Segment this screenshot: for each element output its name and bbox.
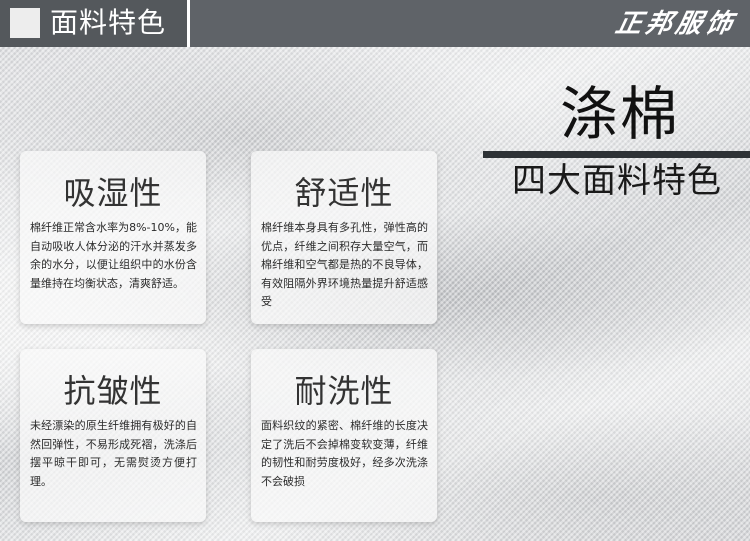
header-bar: 面料特色 正邦服饰: [0, 0, 750, 47]
header-title: 面料特色: [50, 6, 167, 39]
feature-description: 棉纤维正常含水率为8%-10%，能自动吸收人体分泌的汗水并蒸发多余的水分，以便让…: [30, 221, 197, 290]
page-title: 涤棉: [560, 80, 681, 148]
feature-card-wrinkle: 抗皱性 未经漂染的原生纤维拥有极好的自然回弹性，不易形成死褶，洗涤后摆平晾干即可…: [20, 349, 206, 522]
feature-title: 吸湿性: [63, 174, 163, 212]
feature-description: 未经漂染的原生纤维拥有极好的自然回弹性，不易形成死褶，洗涤后摆平晾干即可，无需熨…: [30, 419, 197, 488]
page-subtitle: 四大面料特色: [512, 161, 722, 201]
feature-description: 面料织纹的紧密、棉纤维的长度决定了洗后不会掉棉变软变薄，纤维的韧性和耐劳度极好，…: [261, 419, 428, 488]
feature-description: 棉纤维本身具有多孔性，弹性高的优点，纤维之间积存大量空气，而棉纤维和空气都是热的…: [261, 221, 428, 308]
header-tab: 面料特色: [0, 0, 190, 47]
feature-card-wash: 耐洗性 面料织纹的紧密、棉纤维的长度决定了洗后不会掉棉变软变薄，纤维的韧性和耐劳…: [251, 349, 437, 522]
feature-card-comfort: 舒适性 棉纤维本身具有多孔性，弹性高的优点，纤维之间积存大量空气，而棉纤维和空气…: [251, 151, 437, 324]
feature-title: 抗皱性: [63, 372, 163, 410]
square-icon: [10, 8, 40, 38]
title-divider: [483, 151, 750, 158]
feature-title: 舒适性: [294, 174, 394, 212]
feature-title: 耐洗性: [294, 372, 394, 410]
brand-logo: 正邦服饰: [612, 9, 740, 39]
feature-card-moisture: 吸湿性 棉纤维正常含水率为8%-10%，能自动吸收人体分泌的汗水并蒸发多余的水分…: [20, 151, 206, 324]
